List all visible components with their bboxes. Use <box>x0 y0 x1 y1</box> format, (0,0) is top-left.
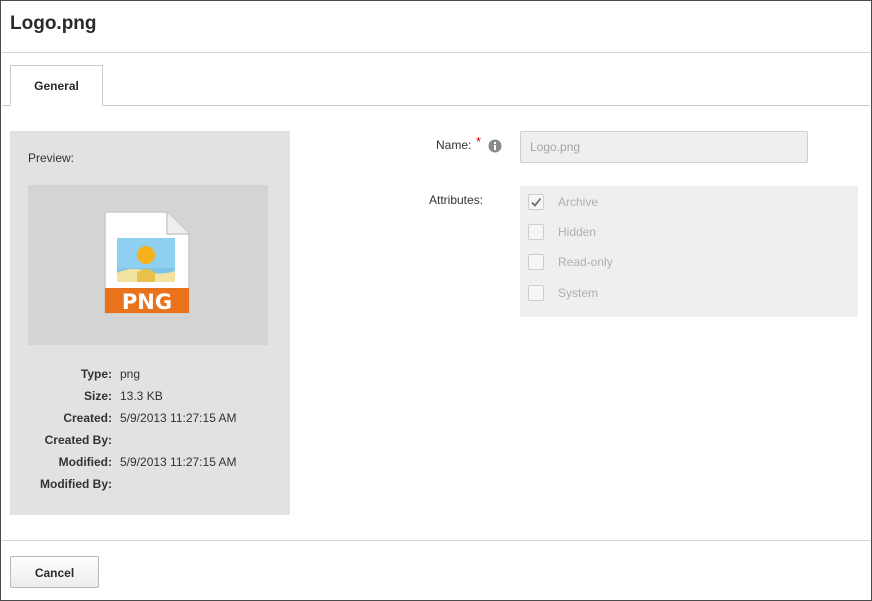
file-properties-dialog: Logo.png General Preview: PNG Type: png … <box>0 0 872 601</box>
meta-size-value: 13.3 KB <box>120 389 163 403</box>
dialog-title: Logo.png <box>10 13 97 34</box>
meta-modified-value: 5/9/2013 11:27:15 AM <box>120 455 237 469</box>
meta-row-modified: Modified: 5/9/2013 11:27:15 AM <box>10 455 290 473</box>
read-only-label: Read-only <box>558 255 613 269</box>
name-input[interactable] <box>520 131 808 163</box>
png-file-icon: PNG <box>104 211 190 314</box>
required-marker: * <box>476 134 482 149</box>
attributes-group: Archive Hidden Read-only System <box>520 186 858 317</box>
meta-created-by-label: Created By: <box>44 433 112 447</box>
hidden-checkbox[interactable] <box>528 224 544 240</box>
footer-divider <box>2 540 870 541</box>
check-icon <box>531 197 542 207</box>
png-badge-text: PNG <box>122 290 172 314</box>
archive-label: Archive <box>558 195 599 209</box>
meta-row-created: Created: 5/9/2013 11:27:15 AM <box>10 411 290 429</box>
meta-type-label: Type: <box>80 367 112 381</box>
meta-row-modified-by: Modified By: <box>10 477 290 495</box>
info-icon[interactable] <box>488 139 502 153</box>
meta-type-value: png <box>120 367 141 381</box>
system-label: System <box>558 286 599 300</box>
meta-modified-label: Modified: <box>58 455 112 469</box>
preview-label: Preview: <box>28 151 75 165</box>
hidden-label: Hidden <box>558 225 597 239</box>
read-only-checkbox[interactable] <box>528 254 544 270</box>
meta-row-type: Type: png <box>10 367 290 385</box>
meta-created-label: Created: <box>63 411 112 425</box>
attributes-label: Attributes: <box>429 193 484 207</box>
meta-row-created-by: Created By: <box>10 433 290 451</box>
meta-modified-by-label: Modified By: <box>40 477 112 491</box>
tab-general[interactable]: General <box>10 65 103 106</box>
title-divider <box>2 52 870 53</box>
preview-panel: Preview: PNG Type: png Size: 13.3 KB Cre <box>10 131 290 515</box>
meta-row-size: Size: 13.3 KB <box>10 389 290 407</box>
name-label: Name: <box>436 138 472 152</box>
cancel-button[interactable]: Cancel <box>10 556 99 588</box>
archive-checkbox[interactable] <box>528 194 544 210</box>
tab-strip-baseline <box>2 105 870 106</box>
meta-created-value: 5/9/2013 11:27:15 AM <box>120 411 237 425</box>
system-checkbox[interactable] <box>528 285 544 301</box>
meta-size-label: Size: <box>83 389 112 403</box>
preview-image-area: PNG <box>28 185 268 345</box>
